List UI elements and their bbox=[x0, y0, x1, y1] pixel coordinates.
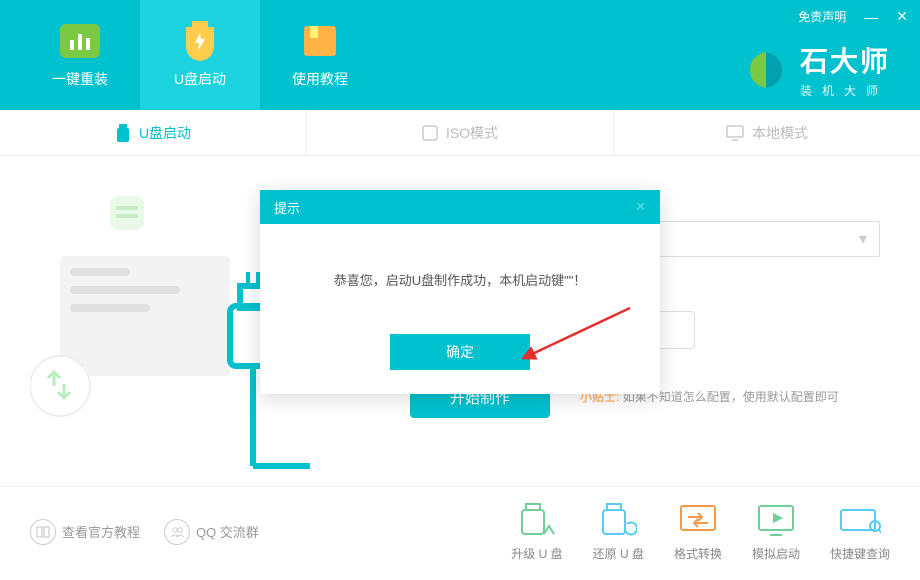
book-icon bbox=[295, 21, 345, 61]
simulate-boot[interactable]: 模拟启动 bbox=[752, 501, 800, 562]
action-label: 快捷键查询 bbox=[830, 545, 890, 562]
usb-refresh-icon bbox=[597, 501, 639, 539]
upgrade-usb[interactable]: 升级 U 盘 bbox=[511, 501, 562, 562]
usb-shield-icon bbox=[175, 21, 225, 61]
mode-label: ISO模式 bbox=[446, 123, 498, 143]
people-icon bbox=[164, 519, 190, 545]
bar-chart-icon bbox=[55, 21, 105, 61]
mode-label: 本地模式 bbox=[752, 123, 808, 143]
action-label: 升级 U 盘 bbox=[511, 545, 562, 562]
nav-tabs: 一键重装 U盘启动 使用教程 bbox=[0, 0, 380, 110]
mode-usb-boot[interactable]: U盘启动 bbox=[0, 110, 307, 155]
nav-label: 使用教程 bbox=[292, 69, 348, 89]
modal-close-button[interactable]: ✕ bbox=[635, 199, 646, 215]
convert-icon bbox=[677, 501, 719, 539]
hotkey-lookup[interactable]: 快捷键查询 bbox=[830, 501, 890, 562]
modal-message: 恭喜您，启动U盘制作成功，本机启动键""！ bbox=[260, 224, 660, 334]
usb-up-icon bbox=[516, 501, 558, 539]
brand-title: 石大师 bbox=[800, 40, 890, 80]
action-label: 模拟启动 bbox=[752, 545, 800, 562]
keyboard-search-icon bbox=[839, 501, 881, 539]
link-label: QQ 交流群 bbox=[196, 522, 259, 541]
book-icon bbox=[30, 519, 56, 545]
brand-subtitle: 装机大师 bbox=[800, 82, 890, 99]
disclaimer-link[interactable]: 免责声明 bbox=[798, 8, 846, 25]
iso-icon bbox=[422, 125, 438, 141]
footer: 查看官方教程 QQ 交流群 升级 U 盘 还原 U 盘 格式转换 模拟启动 快捷… bbox=[0, 486, 920, 576]
brand: 石大师 装机大师 bbox=[744, 40, 890, 99]
link-label: 查看官方教程 bbox=[62, 522, 140, 541]
modal-header: 提示 ✕ bbox=[260, 190, 660, 224]
mode-local[interactable]: 本地模式 bbox=[614, 110, 920, 155]
nav-reinstall[interactable]: 一键重装 bbox=[20, 0, 140, 110]
minimize-button[interactable]: — bbox=[864, 9, 878, 25]
usb-icon bbox=[115, 124, 131, 142]
mode-tabs: U盘启动 ISO模式 本地模式 bbox=[0, 110, 920, 156]
header: 免责声明 — ✕ 一键重装 U盘启动 使用教程 石大师 装机大师 bbox=[0, 0, 920, 110]
modal-ok-button[interactable]: 确定 bbox=[390, 334, 530, 370]
modal-title: 提示 bbox=[274, 198, 300, 217]
monitor-icon bbox=[726, 125, 744, 141]
action-label: 格式转换 bbox=[674, 545, 722, 562]
brand-logo-icon bbox=[744, 48, 788, 92]
top-links: 免责声明 — ✕ bbox=[798, 8, 908, 25]
config-dropdown[interactable]: ▾ bbox=[650, 221, 880, 257]
footer-actions: 升级 U 盘 还原 U 盘 格式转换 模拟启动 快捷键查询 bbox=[511, 501, 890, 562]
mode-iso[interactable]: ISO模式 bbox=[307, 110, 614, 155]
nav-tutorial[interactable]: 使用教程 bbox=[260, 0, 380, 110]
chevron-down-icon: ▾ bbox=[859, 229, 867, 249]
qq-group-link[interactable]: QQ 交流群 bbox=[164, 519, 259, 545]
format-convert[interactable]: 格式转换 bbox=[674, 501, 722, 562]
nav-usb-boot[interactable]: U盘启动 bbox=[140, 0, 260, 110]
restore-usb[interactable]: 还原 U 盘 bbox=[593, 501, 644, 562]
action-label: 还原 U 盘 bbox=[593, 545, 644, 562]
nav-label: 一键重装 bbox=[52, 69, 108, 89]
mode-label: U盘启动 bbox=[139, 123, 191, 143]
success-modal: 提示 ✕ 恭喜您，启动U盘制作成功，本机启动键""！ 确定 bbox=[260, 190, 660, 394]
monitor-play-icon bbox=[755, 501, 797, 539]
tutorial-link[interactable]: 查看官方教程 bbox=[30, 519, 140, 545]
nav-label: U盘启动 bbox=[174, 69, 226, 89]
close-button[interactable]: ✕ bbox=[896, 8, 908, 25]
